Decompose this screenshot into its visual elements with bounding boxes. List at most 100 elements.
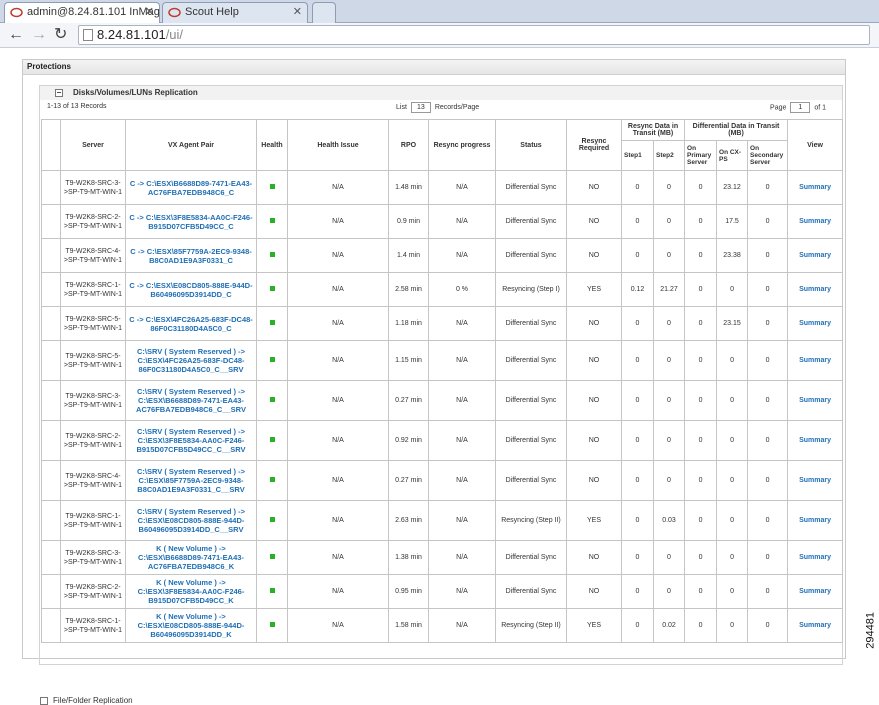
- agent-pair-link[interactable]: C -> C:\ESX\85F7759A-2EC9-9348-B8C0AD1E9…: [125, 238, 257, 273]
- agent-pair-link[interactable]: K ( New Volume ) -> C:\ESX\3F8E5834-AA0C…: [125, 574, 257, 609]
- step2-cell: 0: [652, 306, 686, 341]
- back-arrow-icon[interactable]: ←: [8, 26, 24, 44]
- step1-cell: 0: [621, 306, 654, 341]
- forward-arrow-icon[interactable]: →: [31, 26, 47, 44]
- row-checkbox[interactable]: [41, 420, 61, 461]
- reload-icon[interactable]: ↻: [54, 26, 67, 44]
- protections-panel: Protections − Disks/Volumes/LUNs Replica…: [22, 59, 846, 665]
- row-checkbox[interactable]: [41, 500, 61, 541]
- page-content: Protections − Disks/Volumes/LUNs Replica…: [0, 49, 879, 705]
- agent-pair-link[interactable]: K ( New Volume ) -> C:\ESX\E08CD805-888E…: [125, 608, 257, 643]
- col-view: View: [787, 119, 844, 171]
- col-resync-required[interactable]: Resync Required: [566, 119, 622, 171]
- agent-pair-link[interactable]: C -> C:\ESX\4FC26A25-683F-DC48-86F0C3118…: [125, 306, 257, 341]
- step2-cell: 0: [652, 340, 686, 381]
- summary-link[interactable]: Summary: [787, 340, 844, 381]
- agent-pair-link[interactable]: C:\SRV ( System Reserved ) -> C:\ESX\E08…: [125, 500, 257, 541]
- agent-pair-link[interactable]: C:\SRV ( System Reserved ) -> C:\ESX\B66…: [125, 380, 257, 421]
- col-health[interactable]: Health: [256, 119, 288, 171]
- resync-progress-cell: N/A: [428, 170, 496, 205]
- on-primary-cell: 0: [684, 272, 718, 307]
- row-checkbox[interactable]: [41, 380, 61, 421]
- health-ok-icon: [269, 397, 275, 402]
- row-checkbox[interactable]: [41, 272, 61, 307]
- rpo-cell: 2.63 min: [388, 500, 429, 541]
- rpo-cell: 0.27 min: [388, 380, 429, 421]
- health-ok-icon: [269, 357, 275, 362]
- row-checkbox[interactable]: [41, 204, 61, 239]
- col-health-issue[interactable]: Health Issue: [287, 119, 389, 171]
- summary-link[interactable]: Summary: [787, 460, 844, 501]
- server-cell: T9-W2K8-SRC-5->SP-T9-MT-WIN-1: [60, 306, 126, 341]
- rpo-cell: 1.48 min: [388, 170, 429, 205]
- row-checkbox[interactable]: [41, 608, 61, 643]
- on-primary-cell: 0: [684, 574, 718, 609]
- summary-link[interactable]: Summary: [787, 272, 844, 307]
- summary-link[interactable]: Summary: [787, 170, 844, 205]
- tab-label: admin@8.24.81.101 InMage: [27, 6, 160, 18]
- page-number-input[interactable]: 1: [790, 102, 811, 113]
- resync-required-cell: NO: [566, 420, 622, 461]
- collapse-icon[interactable]: −: [55, 89, 63, 97]
- close-tab-icon[interactable]: ✕: [145, 3, 154, 22]
- agent-pair-link[interactable]: C -> C:\ESX\B6688D89-7471-EA43-AC76FBA7E…: [125, 170, 257, 205]
- summary-link[interactable]: Summary: [787, 204, 844, 239]
- row-checkbox[interactable]: [41, 340, 61, 381]
- new-tab-button[interactable]: [312, 2, 336, 23]
- row-checkbox[interactable]: [41, 460, 61, 501]
- table-row: T9-W2K8-SRC-3->SP-T9-MT-WIN-1 C:\SRV ( Sy…: [41, 380, 844, 421]
- resync-required-cell: NO: [566, 306, 622, 341]
- browser-tab-help[interactable]: Scout Help ✕: [162, 2, 308, 23]
- summary-link[interactable]: Summary: [787, 238, 844, 273]
- list-size-input[interactable]: 13: [410, 102, 431, 113]
- table-row: T9-W2K8-SRC-5->SP-T9-MT-WIN-1 C -> C:\ESX…: [41, 306, 844, 341]
- summary-link[interactable]: Summary: [787, 380, 844, 421]
- on-primary-cell: 0: [684, 460, 718, 501]
- row-checkbox[interactable]: [41, 306, 61, 341]
- on-secondary-cell: 0: [747, 574, 789, 609]
- agent-pair-link[interactable]: C:\SRV ( System Reserved ) -> C:\ESX\3F8…: [125, 420, 257, 461]
- server-cell: T9-W2K8-SRC-3->SP-T9-MT-WIN-1: [60, 540, 126, 575]
- table-info-bar: 1-13 of 13 Records List 13 Records/Page …: [40, 100, 842, 118]
- server-cell: T9-W2K8-SRC-4->SP-T9-MT-WIN-1: [60, 238, 126, 273]
- on-cxps-cell: 0: [716, 420, 749, 461]
- step2-cell: 0: [652, 540, 686, 575]
- address-bar[interactable]: 8.24.81.101/ui/: [78, 25, 870, 45]
- row-checkbox[interactable]: [41, 574, 61, 609]
- row-checkbox[interactable]: [41, 238, 61, 273]
- col-pair[interactable]: VX Agent Pair: [125, 119, 257, 171]
- summary-link[interactable]: Summary: [787, 608, 844, 643]
- col-status[interactable]: Status: [495, 119, 567, 171]
- row-checkbox[interactable]: [41, 170, 61, 205]
- agent-pair-link[interactable]: C -> C:\ESX\E08CD805-888E-944D-B60496095…: [125, 272, 257, 307]
- on-primary-cell: 0: [684, 204, 718, 239]
- browser-tab-inmage[interactable]: admin@8.24.81.101 InMage ✕: [4, 2, 160, 23]
- resync-required-cell: NO: [566, 238, 622, 273]
- section-header: − Disks/Volumes/LUNs Replication: [40, 86, 842, 100]
- col-rpo[interactable]: RPO: [388, 119, 429, 171]
- step2-cell: 0: [652, 420, 686, 461]
- expand-icon[interactable]: [40, 696, 48, 705]
- agent-pair-link[interactable]: K ( New Volume ) -> C:\ESX\B6688D89-7471…: [125, 540, 257, 575]
- health-cell: [256, 204, 288, 239]
- summary-link[interactable]: Summary: [787, 540, 844, 575]
- on-primary-cell: 0: [684, 238, 718, 273]
- col-resync-progress[interactable]: Resync progress: [428, 119, 496, 171]
- row-checkbox[interactable]: [41, 540, 61, 575]
- close-tab-icon[interactable]: ✕: [293, 3, 302, 22]
- agent-pair-link[interactable]: C:\SRV ( System Reserved ) -> C:\ESX\4FC…: [125, 340, 257, 381]
- summary-link[interactable]: Summary: [787, 306, 844, 341]
- agent-pair-link[interactable]: C -> C:\ESX\3F8E5834-AA0C-F246-B915D07CF…: [125, 204, 257, 239]
- on-secondary-cell: 0: [747, 500, 789, 541]
- address-path: /ui/: [165, 27, 184, 42]
- summary-link[interactable]: Summary: [787, 500, 844, 541]
- agent-pair-link[interactable]: C:\SRV ( System Reserved ) -> C:\ESX\85F…: [125, 460, 257, 501]
- on-secondary-cell: 0: [747, 170, 789, 205]
- summary-link[interactable]: Summary: [787, 420, 844, 461]
- summary-link[interactable]: Summary: [787, 574, 844, 609]
- resync-required-cell: NO: [566, 574, 622, 609]
- col-server[interactable]: Server: [60, 119, 126, 171]
- table-row: T9-W2K8-SRC-3->SP-T9-MT-WIN-1 K ( New Vol…: [41, 540, 844, 575]
- server-cell: T9-W2K8-SRC-1->SP-T9-MT-WIN-1: [60, 272, 126, 307]
- step1-cell: 0: [621, 574, 654, 609]
